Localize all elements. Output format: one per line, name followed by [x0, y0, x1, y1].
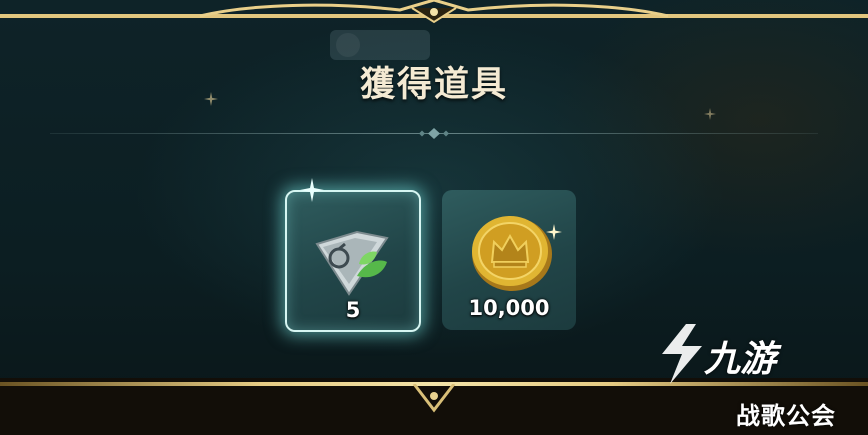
- watermark-logo-icon: [662, 324, 702, 384]
- reward-slot-leaf-shard[interactable]: 5: [285, 190, 421, 332]
- gold-crown-coin-icon: [472, 216, 552, 291]
- divider-diamond-ornament: [419, 128, 449, 139]
- watermark-logo-text: 九游: [704, 339, 777, 380]
- reward-count: 10,000: [468, 296, 550, 320]
- sparkle-icon: [704, 108, 716, 120]
- top-gold-frame: [0, 0, 868, 24]
- sparkle-icon: [204, 92, 218, 106]
- dialog-title: 獲得道具: [359, 65, 508, 105]
- reward-slot-gold-coin[interactable]: 10,000: [442, 190, 576, 330]
- sparkle-icon: [546, 224, 562, 240]
- crystal-shard-with-leaf-icon: [315, 230, 389, 296]
- watermark: 九游 战歌公会: [652, 318, 852, 430]
- reward-count: 5: [345, 298, 361, 322]
- watermark-subtitle: 战歌公会: [736, 402, 836, 430]
- sparkle-icon: [300, 178, 324, 202]
- bottom-frame-ornament: [412, 384, 456, 413]
